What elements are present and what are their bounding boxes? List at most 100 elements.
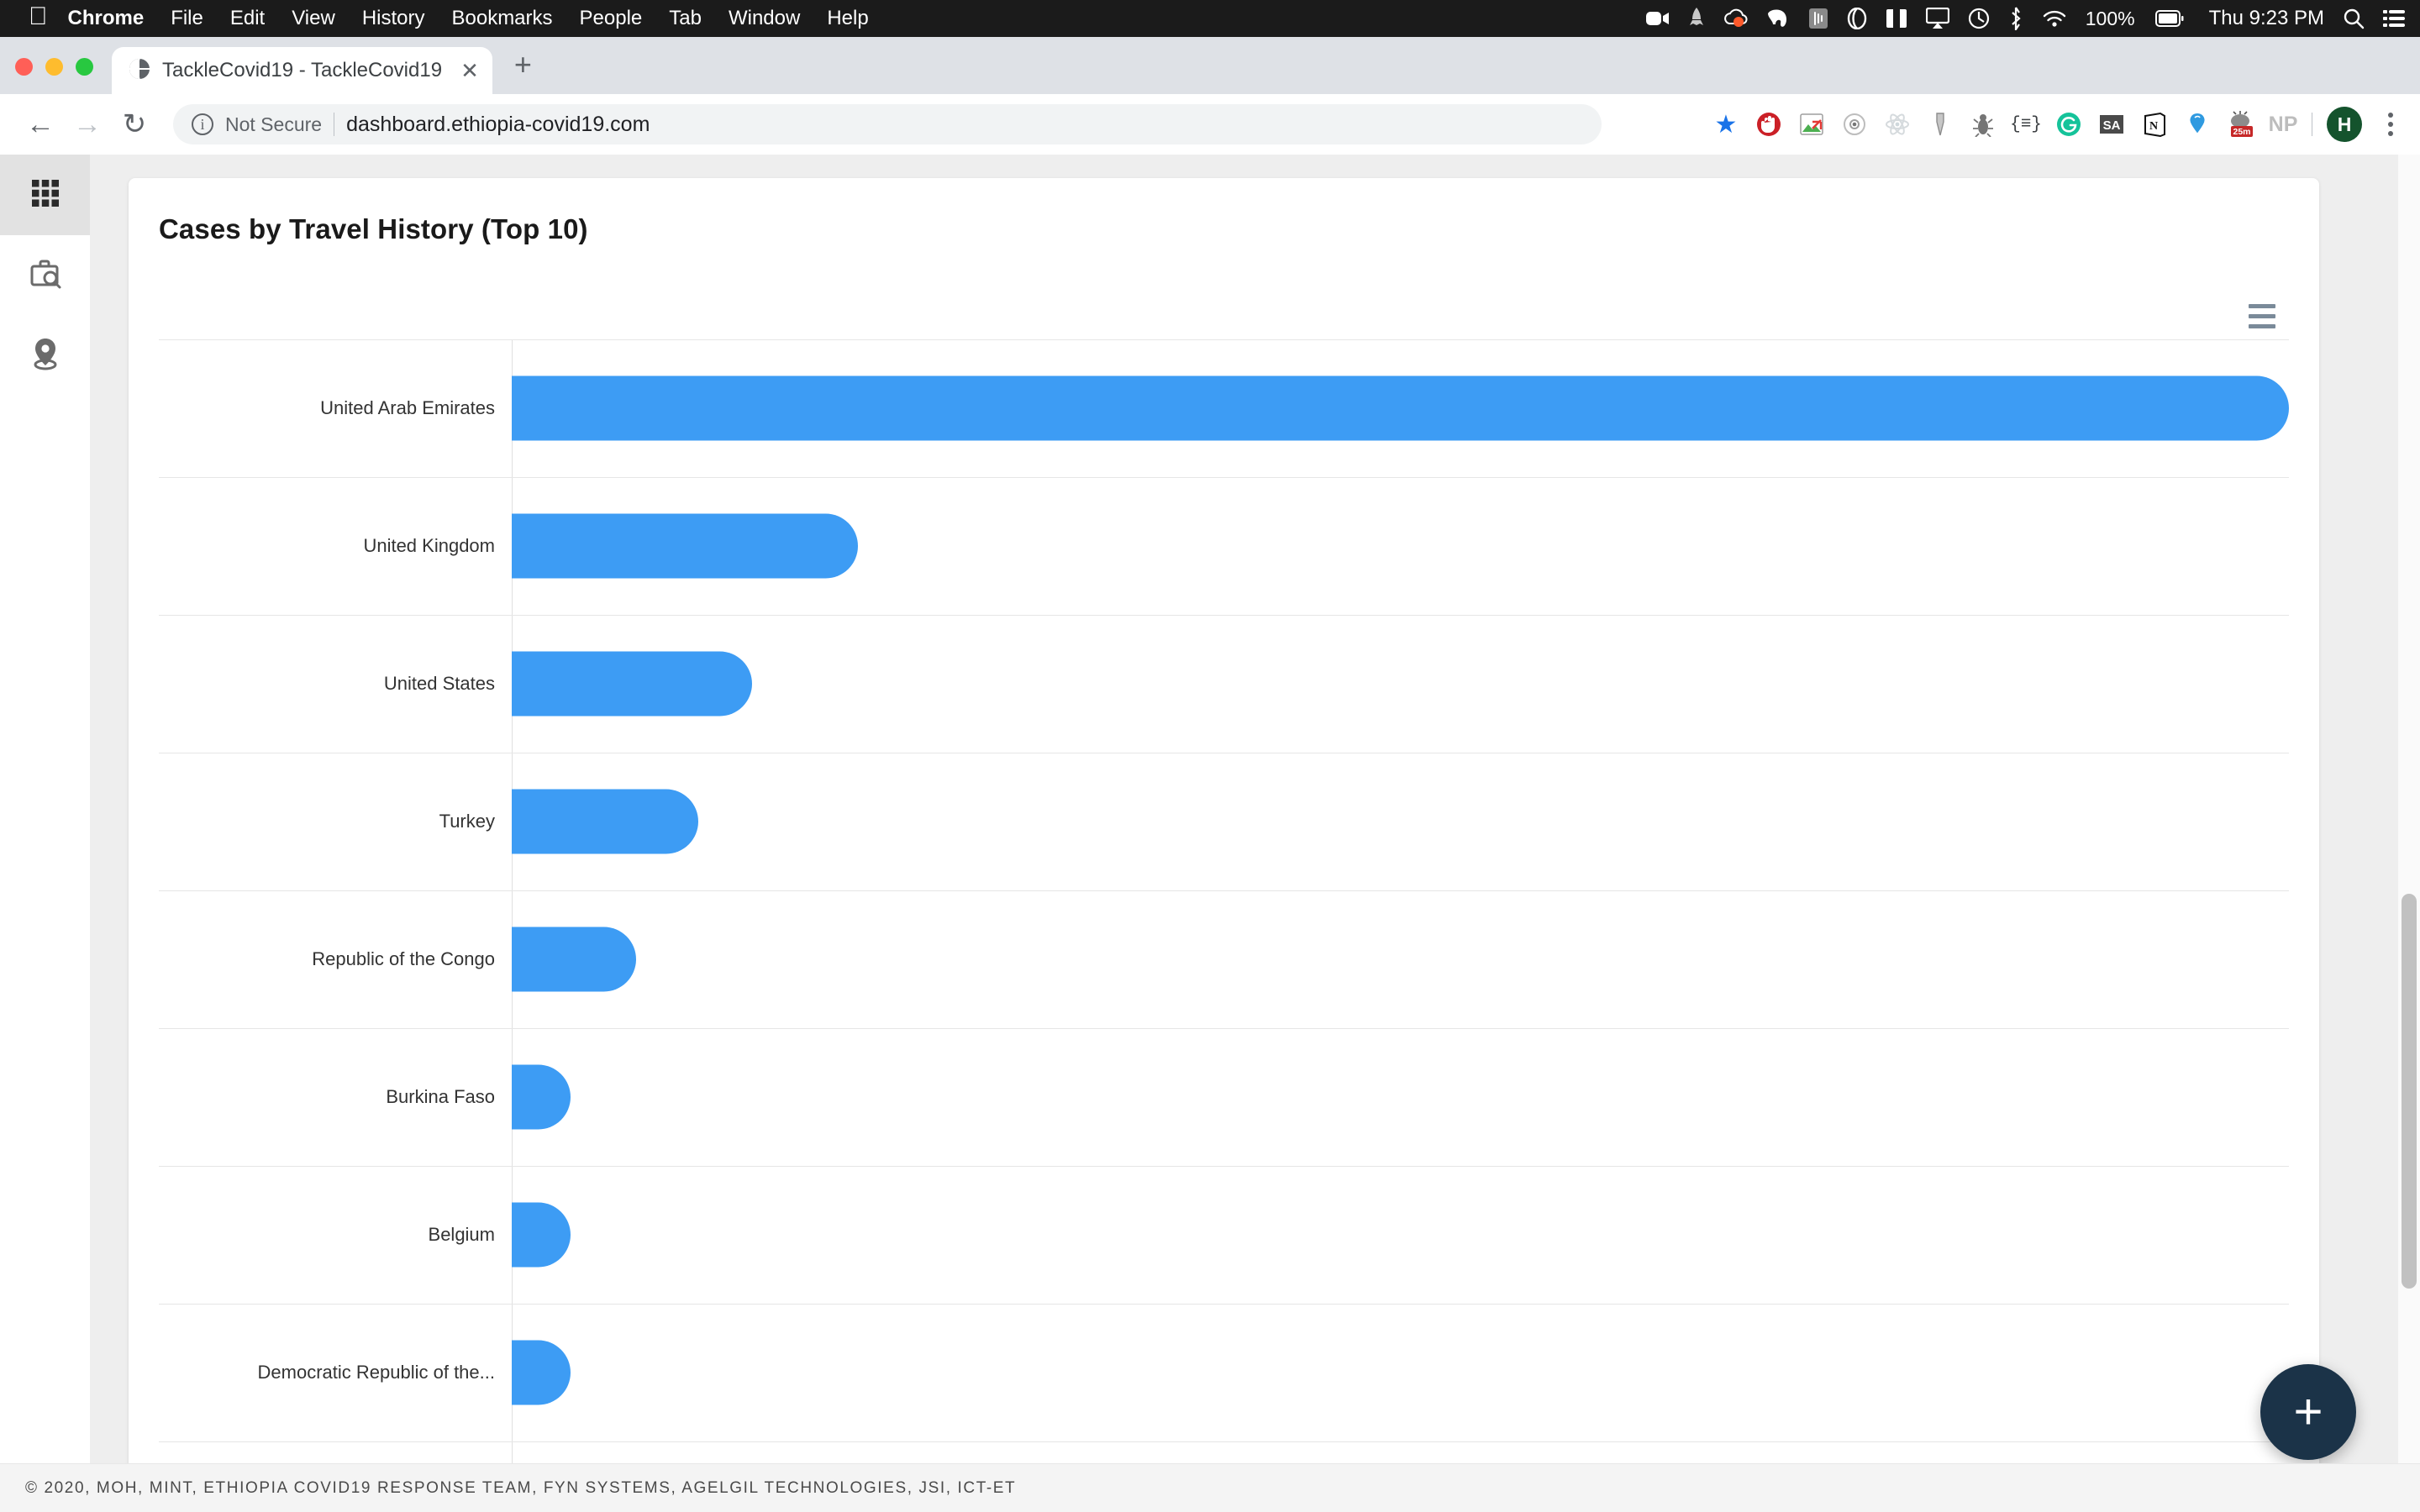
bar[interactable] <box>512 1064 571 1130</box>
np-extension-icon[interactable]: NP <box>2269 110 2298 139</box>
chart-row: Democratic Republic of the... <box>159 1304 2289 1441</box>
forward-button[interactable]: → <box>64 108 111 141</box>
bar-track <box>512 1028 2289 1166</box>
avatar[interactable]: H <box>2327 107 2362 142</box>
add-button[interactable]: + <box>2260 1364 2356 1460</box>
browser-tab[interactable]: TackleCovid19 - TackleCovid19 ✕ <box>112 47 492 94</box>
menu-item-history[interactable]: History <box>362 7 425 30</box>
reload-button[interactable]: ↻ <box>111 108 158 141</box>
bar[interactable] <box>512 375 2289 441</box>
menu-item-help[interactable]: Help <box>827 7 868 30</box>
menubar-status-area: 100% Thu 9:23 PM <box>1645 0 2405 37</box>
page-scrollbar[interactable] <box>2398 155 2420 1512</box>
orbit-extension-icon[interactable] <box>1840 110 1869 139</box>
close-button[interactable] <box>15 58 33 76</box>
briefcase-search-icon <box>27 255 64 297</box>
chart-card: Cases by Travel History (Top 10) United … <box>129 178 2319 1512</box>
extension-toolbar: ★ {≡} SA N 25m NP H <box>1712 107 2405 142</box>
globe-icon <box>129 57 150 84</box>
tab-strip: TackleCovid19 - TackleCovid19 ✕ + <box>0 37 2420 94</box>
copyright-text: © 2020, MOH, MINT, ETHIOPIA COVID19 RESP… <box>25 1478 1017 1497</box>
tab-title: TackleCovid19 - TackleCovid19 <box>162 59 443 81</box>
menu-item-bookmarks[interactable]: Bookmarks <box>451 7 552 30</box>
menu-item-edit[interactable]: Edit <box>230 7 265 30</box>
screenshot-extension-icon[interactable] <box>1797 110 1826 139</box>
bar-label: United States <box>383 673 495 694</box>
menu-item-window[interactable]: Window <box>729 7 800 30</box>
bar[interactable] <box>512 927 637 992</box>
app-sidebar <box>0 155 90 1512</box>
main-content: Cases by Travel History (Top 10) United … <box>90 155 2420 1512</box>
svg-text:SA: SA <box>2103 118 2121 133</box>
balloon-extension-icon[interactable] <box>2183 110 2212 139</box>
chart-row: Republic of the Congo <box>159 890 2289 1028</box>
time-machine-icon[interactable] <box>1968 8 1990 29</box>
react-devtools-icon[interactable] <box>1883 110 1912 139</box>
signal-meter-icon[interactable] <box>1808 8 1828 29</box>
grid-icon <box>29 176 62 214</box>
bar-track <box>512 890 2289 1028</box>
menu-item-view[interactable]: View <box>292 7 335 30</box>
bug-extension-icon[interactable] <box>1969 110 1997 139</box>
kebab-menu-icon[interactable] <box>2376 110 2405 139</box>
bar[interactable] <box>512 1202 571 1268</box>
spiral-icon[interactable] <box>1847 8 1867 29</box>
new-tab-button[interactable]: + <box>514 47 532 82</box>
bar[interactable] <box>512 789 699 854</box>
menu-item-chrome[interactable]: Chrome <box>68 7 145 30</box>
ublock-origin-icon[interactable] <box>1754 110 1783 139</box>
rocket-icon[interactable] <box>1689 8 1704 29</box>
bar[interactable] <box>512 1340 571 1405</box>
chart-row: Burkina Faso <box>159 1028 2289 1166</box>
bar-label: Belgium <box>428 1224 495 1245</box>
menu-item-file[interactable]: File <box>171 7 203 30</box>
menubar-clock[interactable]: Thu 9:23 PM <box>2209 7 2324 30</box>
info-icon[interactable]: i <box>192 113 213 135</box>
chrome-window: TackleCovid19 - TackleCovid19 ✕ + ← → ↻ … <box>0 37 2420 1512</box>
bar-label: Democratic Republic of the... <box>257 1362 495 1383</box>
back-button[interactable]: ← <box>17 108 64 141</box>
address-bar[interactable]: i Not Secure dashboard.ethiopia-covid19.… <box>173 104 1602 144</box>
sidebar-item-locations[interactable] <box>0 316 90 396</box>
bar[interactable] <box>512 513 859 579</box>
chart-container: United Arab Emirates United Kingdom Unit… <box>159 296 2289 1512</box>
sidebar-item-dashboard[interactable] <box>0 155 90 235</box>
split-view-icon[interactable] <box>1886 8 1907 29</box>
battery-icon[interactable] <box>2154 9 2184 28</box>
zoom-camera-icon[interactable] <box>1645 9 1670 28</box>
bar[interactable] <box>512 651 752 717</box>
sa-extension-icon[interactable]: SA <box>2097 110 2126 139</box>
highlighter-extension-icon[interactable] <box>1926 110 1954 139</box>
chart-row: United Arab Emirates <box>159 339 2289 477</box>
elephant-icon[interactable] <box>1766 8 1790 29</box>
page-title: Cases by Travel History (Top 10) <box>159 213 588 244</box>
sidebar-item-cases[interactable] <box>0 235 90 316</box>
window-controls <box>15 58 93 94</box>
pomodoro-timer-icon[interactable]: 25m <box>2226 110 2254 139</box>
minimize-button[interactable] <box>45 58 63 76</box>
maximize-button[interactable] <box>76 58 93 76</box>
airplay-icon[interactable] <box>1925 8 1949 29</box>
close-icon[interactable]: ✕ <box>460 58 479 84</box>
wifi-icon[interactable] <box>2042 8 2067 29</box>
menu-item-tab[interactable]: Tab <box>669 7 702 30</box>
page-body: Cases by Travel History (Top 10) United … <box>0 155 2420 1512</box>
bar-label: Turkey <box>439 811 495 832</box>
bookmark-star-icon[interactable]: ★ <box>1712 110 1740 139</box>
search-icon[interactable] <box>2343 8 2365 29</box>
cloud-app-icon[interactable] <box>1723 8 1748 29</box>
control-center-icon[interactable] <box>2383 9 2405 28</box>
grammarly-icon[interactable] <box>2054 110 2083 139</box>
svg-text:25m: 25m <box>2233 127 2250 137</box>
plus-icon: + <box>2293 1383 2323 1440</box>
footer: © 2020, MOH, MINT, ETHIOPIA COVID19 RESP… <box>0 1463 2420 1512</box>
menu-item-people[interactable]: People <box>580 7 643 30</box>
macos-menubar:  Chrome File Edit View History Bookmark… <box>0 0 2420 37</box>
json-formatter-icon[interactable]: {≡} <box>2010 110 2042 139</box>
url-text: dashboard.ethiopia-covid19.com <box>346 112 650 136</box>
apple-icon[interactable]:  <box>29 4 48 29</box>
notion-web-clipper-icon[interactable]: N <box>2140 110 2169 139</box>
bluetooth-icon[interactable] <box>2008 7 2023 30</box>
scrollbar-thumb[interactable] <box>2402 894 2417 1289</box>
hamburger-menu-icon[interactable] <box>2249 304 2275 328</box>
